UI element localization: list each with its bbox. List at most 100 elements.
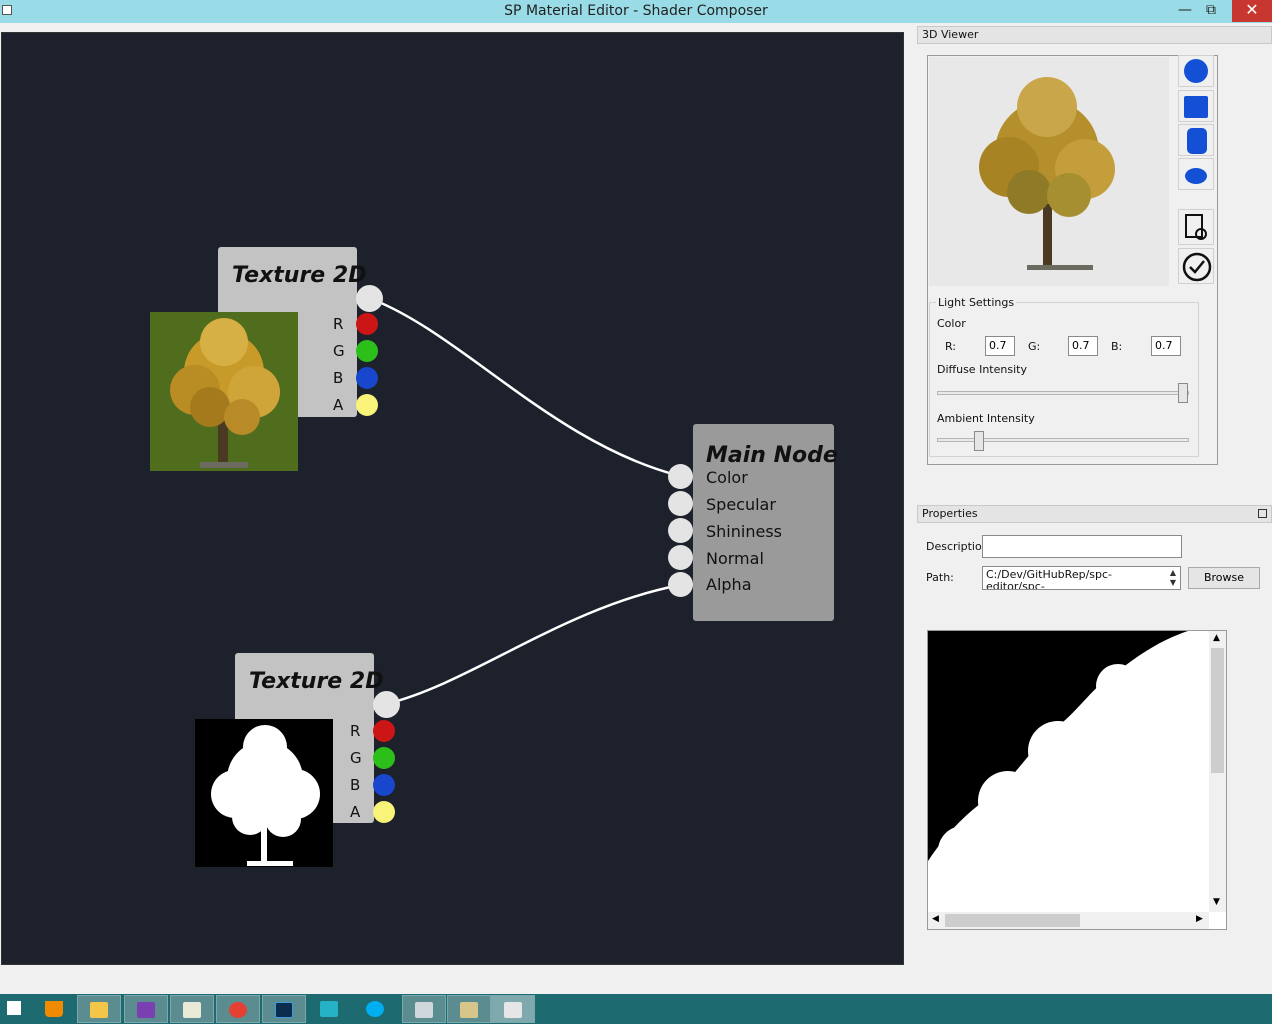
texture-1-port-g[interactable] [356, 340, 378, 362]
skype-icon[interactable] [354, 995, 398, 1023]
channel-label-b: B [333, 369, 344, 387]
light-r-input[interactable]: 0.7 [985, 336, 1015, 356]
main-input-shininess-label: Shininess [706, 522, 782, 541]
light-g-input[interactable]: 0.7 [1068, 336, 1098, 356]
main-node-title: Main Node [706, 443, 838, 468]
description-label: Description [926, 540, 989, 553]
shader-composer-icon[interactable] [491, 995, 535, 1023]
light-settings-group [929, 302, 1199, 457]
file-explorer-icon[interactable] [77, 995, 121, 1023]
scroll-right-icon[interactable]: ▶ [1196, 914, 1203, 924]
main-port-shininess[interactable] [668, 518, 693, 543]
node-graph-canvas[interactable]: Texture 2D R G B A Texture 2D R G B A Ma… [1, 32, 904, 965]
channel-label-a: A [333, 396, 344, 414]
texture-1-port-r[interactable] [356, 313, 378, 335]
main-port-alpha[interactable] [668, 572, 693, 597]
texture-1-port-b[interactable] [356, 367, 378, 389]
paint-icon[interactable] [447, 995, 491, 1023]
texture-2-output-port[interactable] [373, 691, 400, 718]
ambient-intensity-label: Ambient Intensity [937, 412, 1035, 425]
main-input-normal-label: Normal [706, 549, 764, 568]
texture-thumbnail-alpha [195, 719, 333, 867]
channel-label-g: G [333, 342, 345, 360]
properties-panel-header: Properties [917, 505, 1272, 523]
description-input[interactable] [982, 535, 1182, 558]
wire-texture1-to-color [368, 296, 681, 478]
diffuse-intensity-slider[interactable] [1178, 383, 1188, 403]
channel-label-r: R [333, 315, 344, 333]
channel-label-b: B [350, 776, 361, 794]
main-port-specular[interactable] [668, 491, 693, 516]
texture-thumbnail-color [150, 312, 298, 471]
properties-title: Properties [922, 507, 978, 520]
photoshop-icon[interactable] [262, 995, 306, 1023]
vlc-icon[interactable] [33, 995, 77, 1023]
texture-2-port-r[interactable] [373, 720, 395, 742]
browse-button[interactable]: Browse [1188, 567, 1260, 589]
tree-image [170, 318, 280, 468]
chrome-icon[interactable] [216, 995, 260, 1023]
light-b-input[interactable]: 0.7 [1151, 336, 1181, 356]
texture-preview[interactable] [927, 630, 1227, 930]
calculator-icon[interactable] [402, 995, 446, 1023]
texture-node-title: Texture 2D [249, 669, 384, 694]
wire-texture2-to-alpha [385, 583, 681, 706]
checkmark-icon [1182, 252, 1212, 282]
texture-1-output-port[interactable] [356, 285, 383, 312]
restore-button[interactable]: ⧉ [1198, 0, 1224, 22]
path-spin-icon[interactable]: ▲ ▼ [1167, 568, 1179, 588]
cylinder-shape-button[interactable] [1178, 124, 1214, 156]
inspect-button[interactable] [1178, 209, 1214, 245]
texture-2-port-b[interactable] [373, 774, 395, 796]
light-settings-title: Light Settings [936, 296, 1017, 309]
g-label: G: [1028, 340, 1041, 353]
ambient-intensity-slider[interactable] [974, 431, 984, 451]
tree-render [979, 77, 1115, 270]
texture-2-port-a[interactable] [373, 801, 395, 823]
3d-viewport[interactable] [929, 57, 1169, 286]
visual-studio-icon[interactable] [124, 995, 168, 1023]
channel-label-g: G [350, 749, 362, 767]
cylinder-icon [1187, 128, 1207, 154]
sphere-icon [1184, 59, 1208, 83]
tree-mask-image [211, 725, 320, 866]
horizontal-scroll-thumb[interactable] [945, 914, 1080, 927]
sphere-shape-button[interactable] [1178, 55, 1214, 87]
vertical-scroll-thumb[interactable] [1211, 648, 1224, 773]
texture-2-port-g[interactable] [373, 747, 395, 769]
scroll-down-icon[interactable]: ▼ [1213, 897, 1220, 907]
preview-horizontal-scrollbar[interactable]: ◀ ▶ [928, 912, 1209, 929]
teapot-shape-button[interactable] [1178, 158, 1214, 190]
minimize-button[interactable]: — [1172, 0, 1198, 22]
float-panel-icon[interactable] [1258, 509, 1267, 518]
app-icon[interactable] [308, 995, 352, 1023]
taskbar [0, 994, 1272, 1024]
app-window: SP Material Editor - Shader Composer — ⧉… [0, 0, 1272, 1024]
notepad-icon[interactable] [170, 995, 214, 1023]
scroll-up-icon[interactable]: ▲ [1213, 633, 1220, 643]
viewer-panel-header: 3D Viewer [917, 26, 1272, 44]
main-port-normal[interactable] [668, 545, 693, 570]
main-port-color[interactable] [668, 464, 693, 489]
scroll-left-icon[interactable]: ◀ [932, 914, 939, 924]
inspect-document-icon [1185, 214, 1203, 238]
windows-start-icon[interactable] [0, 995, 30, 1023]
preview-vertical-scrollbar[interactable]: ▲ ▼ [1209, 631, 1226, 912]
validate-button[interactable] [1178, 248, 1214, 284]
close-button[interactable]: ✕ [1232, 0, 1272, 22]
window-title: SP Material Editor - Shader Composer [504, 3, 768, 19]
alpha-mask-preview [928, 631, 1226, 929]
cube-shape-button[interactable] [1178, 90, 1214, 122]
channel-label-r: R [350, 722, 361, 740]
title-bar: SP Material Editor - Shader Composer — ⧉… [0, 0, 1272, 23]
b-label: B: [1111, 340, 1123, 353]
cube-icon [1184, 96, 1208, 118]
path-input[interactable]: C:/Dev/GitHubRep/spc-editor/spc-editor/R… [982, 566, 1181, 590]
texture-1-port-a[interactable] [356, 394, 378, 416]
diffuse-intensity-label: Diffuse Intensity [937, 363, 1027, 376]
main-input-alpha-label: Alpha [706, 575, 752, 594]
teapot-icon [1185, 168, 1207, 184]
texture-node-title: Texture 2D [232, 263, 367, 288]
color-label: Color [937, 317, 966, 330]
diffuse-intensity-track[interactable] [937, 391, 1189, 395]
